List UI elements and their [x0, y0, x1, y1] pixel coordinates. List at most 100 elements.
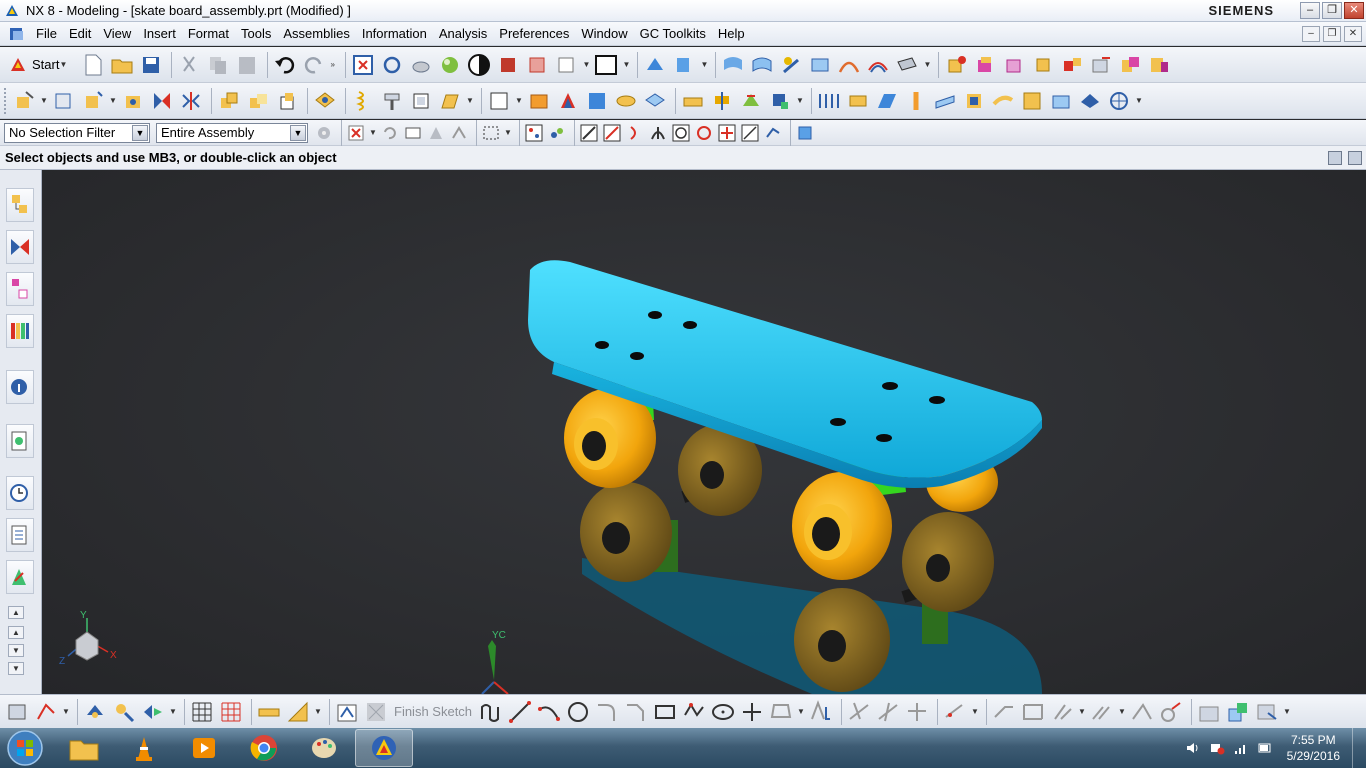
save-icon[interactable] [138, 52, 164, 78]
new-component-icon[interactable] [972, 52, 998, 78]
datum-csys-icon[interactable] [82, 699, 108, 725]
reposition-icon[interactable] [1030, 52, 1056, 78]
face-analysis-icon[interactable] [807, 52, 833, 78]
hole-icon[interactable] [120, 88, 146, 114]
arc-center-icon[interactable] [671, 123, 691, 143]
signal-icon[interactable] [1233, 740, 1249, 756]
chevron-down-icon[interactable]: ▼ [314, 707, 322, 716]
through-curves-icon[interactable] [816, 88, 842, 114]
hidden-edges-icon[interactable] [553, 52, 579, 78]
menu-analysis[interactable]: Analysis [433, 23, 493, 45]
taskbar-paint[interactable] [295, 729, 353, 767]
constraints-icon[interactable] [942, 699, 968, 725]
taskbar-vlc[interactable] [115, 729, 173, 767]
bounded-plane-icon[interactable] [1048, 88, 1074, 114]
rectangle-select-icon[interactable] [481, 123, 501, 143]
thicken-icon[interactable] [990, 88, 1016, 114]
undo-selection-icon[interactable] [380, 123, 400, 143]
tube-icon[interactable] [613, 88, 639, 114]
intersection-point-icon[interactable] [648, 123, 668, 143]
redo-icon[interactable] [301, 52, 327, 78]
mesh-surface-icon[interactable] [749, 52, 775, 78]
section-icon[interactable] [894, 52, 920, 78]
menu-gc-toolkits[interactable]: GC Toolkits [634, 23, 712, 45]
snap-settings-icon[interactable] [547, 123, 567, 143]
patch-icon[interactable] [961, 88, 987, 114]
sphere-solid-icon[interactable] [584, 88, 610, 114]
rectangle-icon[interactable] [652, 699, 678, 725]
chevron-down-icon[interactable]: ▼ [923, 60, 931, 69]
new-file-icon[interactable] [80, 52, 106, 78]
select-body-icon[interactable] [403, 123, 423, 143]
component-filter-icon[interactable] [795, 123, 815, 143]
menu-format[interactable]: Format [182, 23, 235, 45]
chevron-down-icon[interactable]: ▼ [169, 707, 177, 716]
cylinder-icon[interactable] [526, 88, 552, 114]
select-feature-icon[interactable] [449, 123, 469, 143]
geometric-constraint-icon[interactable] [1049, 699, 1075, 725]
chevron-down-icon[interactable]: ▼ [622, 60, 630, 69]
menu-preferences[interactable]: Preferences [493, 23, 575, 45]
cone-icon[interactable] [555, 88, 581, 114]
graphics-window[interactable]: Y X Z YC [42, 170, 1366, 694]
chevron-down-icon[interactable]: ▼ [62, 707, 70, 716]
menu-view[interactable]: View [97, 23, 137, 45]
reflection-icon[interactable] [865, 52, 891, 78]
block-icon[interactable] [486, 88, 512, 114]
revolve-icon[interactable] [80, 88, 106, 114]
sew-icon[interactable] [932, 88, 958, 114]
chevron-down-icon[interactable]: ▼ [109, 96, 117, 105]
menu-help[interactable]: Help [712, 23, 751, 45]
add-component-icon[interactable] [943, 52, 969, 78]
offset-curve-icon[interactable] [768, 699, 794, 725]
point-on-curve-icon[interactable] [740, 123, 760, 143]
split-body-icon[interactable] [903, 88, 929, 114]
menu-assemblies[interactable]: Assemblies [277, 23, 355, 45]
assembly-constraint-icon[interactable] [1146, 52, 1172, 78]
restore-button[interactable]: ❐ [1322, 2, 1342, 19]
intersect-icon[interactable] [274, 88, 300, 114]
ellipse-icon[interactable] [710, 699, 736, 725]
doc-close-button[interactable]: ✕ [1344, 26, 1362, 42]
fill-surface-icon[interactable] [1019, 88, 1045, 114]
direction-icon[interactable] [140, 699, 166, 725]
chevron-down-icon[interactable]: ▼ [796, 96, 804, 105]
battery-icon[interactable] [1257, 740, 1273, 756]
web-browser-tab[interactable] [6, 424, 34, 458]
end-point-icon[interactable] [579, 123, 599, 143]
draft-icon[interactable] [437, 88, 463, 114]
project-curve-icon[interactable] [808, 699, 834, 725]
menu-information[interactable]: Information [356, 23, 433, 45]
datum-plane-icon[interactable] [312, 88, 338, 114]
shaded-sphere-icon[interactable] [437, 52, 463, 78]
assembly-navigator-tab[interactable] [6, 188, 34, 222]
windows-start-icon[interactable] [5, 728, 45, 768]
select-face-icon[interactable] [426, 123, 446, 143]
show-constraints-icon[interactable] [1129, 699, 1155, 725]
grid-icon[interactable] [189, 699, 215, 725]
shell-icon[interactable] [408, 88, 434, 114]
system-materials-tab[interactable] [6, 518, 34, 552]
doc-restore-button[interactable]: ❐ [1323, 26, 1341, 42]
wcs-axes[interactable]: YC [481, 630, 509, 694]
snap-points-icon[interactable] [524, 123, 544, 143]
menu-file[interactable]: File [30, 23, 63, 45]
wire-body-icon[interactable] [1106, 88, 1132, 114]
mid-point-icon[interactable] [602, 123, 622, 143]
network-warning-icon[interactable] [1209, 740, 1225, 756]
view-direction-icon[interactable] [671, 52, 697, 78]
emboss-icon[interactable] [709, 88, 735, 114]
spring-icon[interactable] [350, 88, 376, 114]
wireframe-block-icon[interactable] [524, 52, 550, 78]
surface-icon[interactable] [720, 52, 746, 78]
chevron-down-icon[interactable]: ▼ [1283, 707, 1291, 716]
copy-icon[interactable] [205, 52, 231, 78]
orient-view-icon[interactable] [642, 52, 668, 78]
swept-icon[interactable] [845, 88, 871, 114]
taskbar-clock[interactable]: 7:55 PM 5/29/2016 [1287, 732, 1340, 764]
alternate-solution-icon[interactable] [1196, 699, 1222, 725]
doc-minimize-button[interactable]: – [1302, 26, 1320, 42]
chevron-down-icon[interactable]: ▼ [1078, 707, 1086, 716]
chevron-down-icon[interactable]: ▼ [797, 707, 805, 716]
thread-icon[interactable] [379, 88, 405, 114]
